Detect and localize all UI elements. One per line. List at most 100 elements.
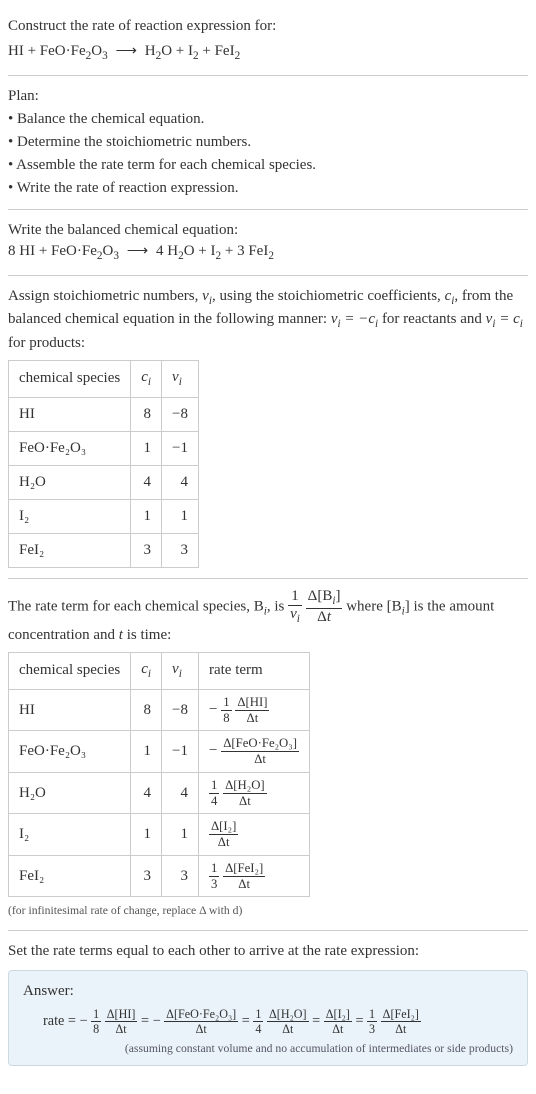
cell-c: 4: [131, 465, 162, 499]
plan-item: • Assemble the rate term for each chemic…: [8, 155, 528, 176]
delta-fraction: Δ[HI]Δt: [105, 1008, 138, 1035]
divider: [8, 75, 528, 76]
cell-species: H₂O: [9, 465, 131, 499]
coef-fraction: 14: [209, 779, 219, 808]
table-row: HI 8 −8 − 18 Δ[HI]Δt: [9, 689, 310, 731]
cell-nu: −8: [162, 689, 199, 731]
page-title: Construct the rate of reaction expressio…: [8, 16, 528, 37]
balanced-title: Write the balanced chemical equation:: [8, 220, 528, 241]
col-c: ci: [131, 361, 162, 398]
cell-rate-term: 14 Δ[H₂O]Δt: [198, 772, 309, 814]
set-equal-text: Set the rate terms equal to each other t…: [8, 941, 528, 962]
col-nu: νi: [162, 653, 199, 690]
table-row: I₂ 1 1 Δ[I₂]Δt: [9, 814, 310, 856]
sign: −: [153, 1013, 161, 1029]
equals: =: [141, 1013, 153, 1029]
equals: =: [242, 1013, 254, 1029]
delta-fraction: Δ[FeI₂]Δt: [223, 862, 265, 891]
mid: O: [91, 43, 102, 59]
delta-fraction: Δ[FeO·Fe₂O₃]Δt: [164, 1008, 238, 1035]
text: for reactants and: [378, 311, 485, 327]
cell-c: 4: [131, 772, 162, 814]
rate-term-table: chemical species ci νi rate term HI 8 −8…: [8, 652, 310, 897]
mid: O: [103, 243, 114, 259]
cell-species: I₂: [9, 499, 131, 533]
delta-fraction: Δ[H₂O]Δt: [267, 1008, 309, 1035]
col-rate-term: rate term: [198, 653, 309, 690]
arrow-icon: ⟶: [115, 41, 137, 62]
cell-species: FeO·Fe₂O₃: [9, 731, 131, 773]
coef-fraction: 13: [367, 1008, 377, 1035]
balanced-right-b: O + I: [184, 243, 216, 259]
cell-c: 3: [131, 533, 162, 567]
balanced-equation: 8 HI + FeO·Fe2O3 ⟶ 4 H2O + I2 + 3 FeI2: [8, 241, 528, 265]
divider: [8, 275, 528, 276]
plan-section: Plan: • Balance the chemical equation. •…: [8, 86, 528, 199]
one-over-nu-fraction: 1νi: [288, 589, 302, 625]
plan-title: Plan:: [8, 86, 528, 107]
cell-nu: 4: [162, 465, 199, 499]
delta-fraction: Δ[HI]Δt: [235, 696, 269, 725]
cell-c: 1: [131, 814, 162, 856]
stoich-table: chemical species ci νi HI 8 −8 FeO·Fe₂O₃…: [8, 360, 199, 568]
cell-species: HI: [9, 689, 131, 731]
rate-label: rate =: [43, 1013, 80, 1029]
coef-fraction: 14: [253, 1008, 263, 1035]
plan-item: • Balance the chemical equation.: [8, 109, 528, 130]
coef-fraction: 18: [91, 1008, 101, 1035]
col-c: ci: [131, 653, 162, 690]
equals: =: [355, 1013, 367, 1029]
divider: [8, 578, 528, 579]
cell-c: 1: [131, 431, 162, 465]
text: , is: [267, 598, 288, 614]
plan-item: • Determine the stoichiometric numbers.: [8, 132, 528, 153]
divider: [8, 930, 528, 931]
delta-b-fraction: Δ[Bi]Δt: [306, 589, 343, 625]
rate-expression: rate = − 18 Δ[HI]Δt = − Δ[FeO·Fe₂O₃]Δt =…: [43, 1008, 513, 1035]
table-row: HI 8 −8: [9, 397, 199, 431]
delta-fraction: Δ[FeI₂]Δt: [381, 1008, 421, 1035]
table-row: FeI₂ 3 3 13 Δ[FeI₂]Δt: [9, 855, 310, 897]
balanced-left: 8 HI + FeO·Fe: [8, 243, 97, 259]
delta-fraction: Δ[I₂]Δt: [324, 1008, 352, 1035]
cell-rate-term: − 18 Δ[HI]Δt: [198, 689, 309, 731]
cell-nu: 3: [162, 533, 199, 567]
cell-c: 1: [131, 731, 162, 773]
text: for products:: [8, 335, 85, 351]
cell-rate-term: 13 Δ[FeI₂]Δt: [198, 855, 309, 897]
answer-title: Answer:: [23, 981, 513, 1002]
cell-nu: 1: [162, 499, 199, 533]
cell-nu: −1: [162, 731, 199, 773]
col-species: chemical species: [9, 653, 131, 690]
col-species: chemical species: [9, 361, 131, 398]
table-row: H₂O 4 4 14 Δ[H₂O]Δt: [9, 772, 310, 814]
arrow-icon: ⟶: [127, 241, 149, 262]
table-header-row: chemical species ci νi rate term: [9, 653, 310, 690]
relation-product: νi = ci: [486, 311, 523, 327]
text: , using the stoichiometric coefficients,: [212, 288, 445, 304]
infinitesimal-note: (for infinitesimal rate of change, repla…: [8, 903, 528, 919]
text: Assign stoichiometric numbers,: [8, 288, 202, 304]
unbalanced-left: HI + FeO·Fe: [8, 43, 86, 59]
unbalanced-right-b: O + I: [161, 43, 193, 59]
sign: −: [209, 701, 217, 717]
delta-fraction: Δ[FeO·Fe₂O₃]Δt: [221, 737, 299, 766]
unbalanced-equation: HI + FeO·Fe2O3 ⟶ H2O + I2 + FeI2: [8, 41, 528, 65]
c-i: ci: [445, 288, 455, 304]
table-row: H₂O 4 4: [9, 465, 199, 499]
cell-species: FeI₂: [9, 855, 131, 897]
answer-note: (assuming constant volume and no accumul…: [23, 1041, 513, 1057]
cell-species: FeO·Fe₂O₃: [9, 431, 131, 465]
sub: 2: [235, 50, 241, 62]
cell-c: 1: [131, 499, 162, 533]
table-row: FeI₂ 3 3: [9, 533, 199, 567]
cell-nu: −8: [162, 397, 199, 431]
cell-nu: 3: [162, 855, 199, 897]
stoich-paragraph: Assign stoichiometric numbers, νi, using…: [8, 286, 528, 355]
col-nu: νi: [162, 361, 199, 398]
cell-species: H₂O: [9, 772, 131, 814]
sub: 2: [268, 250, 274, 262]
relation-reactant: νi = −ci: [331, 311, 378, 327]
sub: 3: [102, 50, 108, 62]
sub: 3: [113, 250, 119, 262]
